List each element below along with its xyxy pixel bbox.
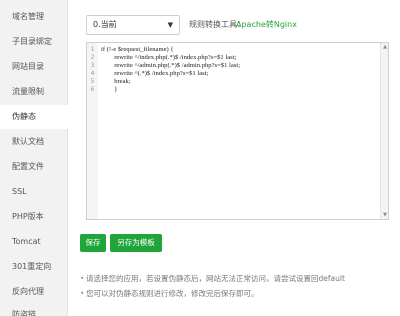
code-line: if (!-e $request_filename) { <box>101 46 174 53</box>
code-line: break; <box>101 78 131 85</box>
select-value: 0.当前 <box>93 20 117 29</box>
sidebar-item-reverse-proxy[interactable]: 反向代理 <box>0 280 68 304</box>
save-as-template-button[interactable]: 另存为模板 <box>110 234 162 252</box>
chevron-down-icon: ▼ <box>167 21 173 29</box>
apache-to-nginx-link[interactable]: Apache转Nginx <box>236 15 297 35</box>
rewrite-template-select[interactable]: 0.当前 ▼ <box>86 15 180 35</box>
rewrite-rules-editor[interactable]: 1 2 3 4 5 6 if (!-e $request_filename) {… <box>86 42 389 220</box>
note-bullet: • <box>80 274 85 283</box>
sidebar-item-traffic-limit[interactable]: 流量限制 <box>0 80 68 104</box>
sidebar-item-301-redirect[interactable]: 301重定向 <box>0 255 68 279</box>
editor-scrollbar[interactable]: ▲ ▼ <box>380 43 388 219</box>
scroll-up-arrow-icon[interactable]: ▲ <box>381 43 388 51</box>
line-number: 5 <box>90 78 95 85</box>
save-button[interactable]: 保存 <box>80 234 106 252</box>
line-number: 6 <box>90 86 95 93</box>
code-line: rewrite ^/admin.php(.*)$ /admin.php?s=$1… <box>101 62 241 69</box>
sidebar-item-hotlink-protection[interactable]: 防盗链 <box>0 303 68 316</box>
sidebar-item-rewrite[interactable]: 伪静态 <box>0 105 69 129</box>
sidebar-item-default-document[interactable]: 默认文档 <box>0 130 68 154</box>
sidebar-item-tomcat[interactable]: Tomcat <box>0 230 68 254</box>
settings-sidebar: 域名管理 子目录绑定 网站目录 流量限制 伪静态 默认文档 配置文件 SSL P… <box>0 0 69 316</box>
line-number: 4 <box>90 70 95 77</box>
sidebar-item-subdirectory-binding[interactable]: 子目录绑定 <box>0 30 68 54</box>
sidebar-item-config-file[interactable]: 配置文件 <box>0 155 68 179</box>
sidebar-item-domain-management[interactable]: 域名管理 <box>0 5 68 29</box>
line-number: 1 <box>90 46 95 53</box>
sidebar-item-site-directory[interactable]: 网站目录 <box>0 55 68 79</box>
note-bullet: • <box>80 289 85 298</box>
code-line: rewrite ^/index.php(.*)$ /index.php?s=$1… <box>101 54 237 61</box>
line-number: 3 <box>90 62 95 69</box>
note-text: 您可以对伪静态规则进行修改，修改完后保存即可。 <box>86 289 259 298</box>
sidebar-item-ssl[interactable]: SSL <box>0 180 68 204</box>
line-number: 2 <box>90 54 95 61</box>
sidebar-item-php-version[interactable]: PHP版本 <box>0 205 68 229</box>
code-line: rewrite ^(.*)$ /index.php?s=$1 last; <box>101 70 209 77</box>
code-line: } <box>101 86 118 93</box>
scroll-down-arrow-icon[interactable]: ▼ <box>381 211 388 219</box>
note-text: 请选择您的应用，若设置伪静态后，网站无法正常访问，请尝试设置回default <box>86 274 345 283</box>
